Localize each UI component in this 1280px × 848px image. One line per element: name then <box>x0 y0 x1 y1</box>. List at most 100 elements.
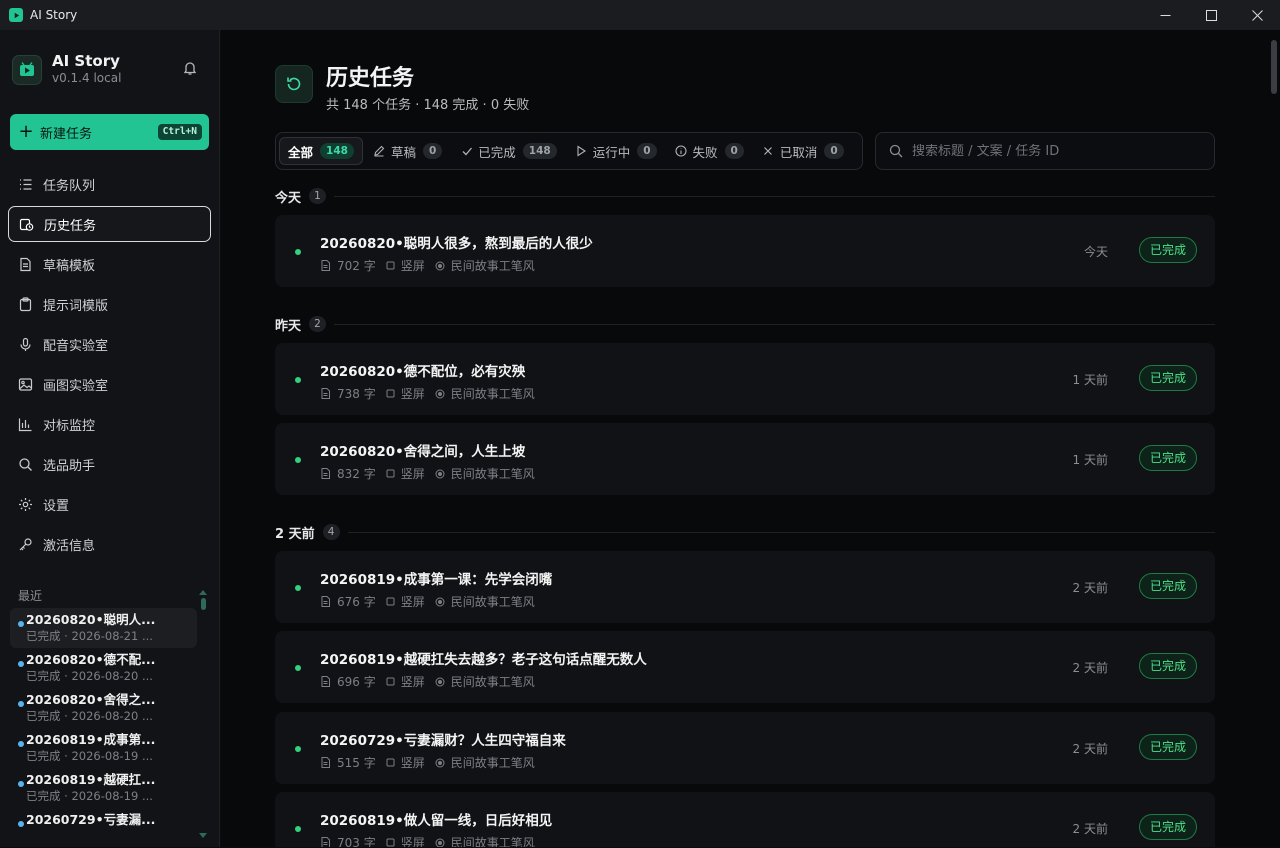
recent-item-title: 20260819•成事第... <box>26 732 156 747</box>
nav-item-benchmark-monitor[interactable]: 对标监控 <box>8 406 211 442</box>
filter-label: 失败 <box>692 144 718 160</box>
new-task-button[interactable]: + 新建任务 Ctrl+N <box>10 114 209 150</box>
filter-label: 草稿 <box>390 144 416 160</box>
bell-icon[interactable] <box>182 60 200 78</box>
status-filter-tabs: 全部 148 草稿 0 已完成 148 运行中 0 失败 0 已取消 0 <box>275 132 863 170</box>
main-scrollbar[interactable] <box>1268 30 1280 847</box>
brand-logo-icon <box>12 54 42 85</box>
minimize-button[interactable] <box>1142 0 1188 30</box>
status-badge: 已完成 <box>1138 653 1197 679</box>
task-meta: 703 字 竖屏 民间故事工笔风 <box>320 834 535 847</box>
recent-item[interactable]: 20260820•德不配... 已完成 · 2026-08-20 ... <box>10 648 197 688</box>
nav-item-settings[interactable]: 设置 <box>8 486 211 522</box>
recent-item[interactable]: 20260820•聪明人... 已完成 · 2026-08-21 ... <box>10 608 197 648</box>
filter-tab-all[interactable]: 全部 148 <box>279 137 363 165</box>
recent-title: 最近 <box>18 589 43 603</box>
maximize-button[interactable] <box>1188 0 1234 30</box>
close-button[interactable] <box>1234 0 1280 30</box>
info-icon <box>675 145 688 158</box>
nav-label: 草稿模板 <box>43 258 96 274</box>
recent-scrollbar[interactable] <box>199 590 207 838</box>
style: 民间故事工笔风 <box>450 387 535 401</box>
style-icon <box>435 597 445 606</box>
scroll-thumb[interactable] <box>201 598 206 610</box>
group-count: 2 <box>309 316 327 332</box>
search-icon <box>889 144 903 158</box>
group-label: 昨天 <box>275 318 302 334</box>
recent-item-subtitle: 已完成 · 2026-08-19 ... <box>26 789 153 803</box>
recent-item-title: 20260729•亏妻漏... <box>26 812 156 827</box>
document-icon <box>20 257 31 271</box>
task-title: 20260819•成事第一课：先学会闭嘴 <box>320 572 553 588</box>
portrait-icon <box>386 758 395 767</box>
status-dot <box>295 746 301 752</box>
task-card[interactable]: 20260820•聪明人很多，熬到最后的人很少 702 字 竖屏 民间故事工笔风… <box>275 215 1215 287</box>
group-header-2-days-ago: 2 天前 4 <box>275 523 1215 542</box>
brand-version: v0.1.4 local <box>52 71 122 85</box>
search-input[interactable] <box>912 143 1192 159</box>
style: 民间故事工笔风 <box>450 259 535 273</box>
status-badge: 已完成 <box>1138 573 1197 599</box>
filter-count: 0 <box>637 143 657 159</box>
nav-item-product-assistant[interactable]: 选品助手 <box>8 446 211 482</box>
filter-tab-running[interactable]: 运行中 0 <box>567 137 665 165</box>
task-meta: 676 字 竖屏 民间故事工笔风 <box>320 593 535 610</box>
nav-item-activation[interactable]: 激活信息 <box>8 526 211 562</box>
nav-item-draft-templates[interactable]: 草稿模板 <box>8 246 211 282</box>
task-title: 20260819•越硬扛失去越多？老子这句话点醒无数人 <box>320 652 647 668</box>
recent-item[interactable]: 20260729•亏妻漏... <box>10 808 197 848</box>
task-card[interactable]: 20260820•德不配位，必有灾殃 738 字 竖屏 民间故事工笔风 1 天前… <box>275 343 1215 415</box>
history-icon <box>19 218 34 231</box>
nav-item-prompt-templates[interactable]: 提示词模版 <box>8 286 211 322</box>
style-icon <box>435 469 445 478</box>
task-card[interactable]: 20260819•成事第一课：先学会闭嘴 676 字 竖屏 民间故事工笔风 2 … <box>275 551 1215 623</box>
nav-item-history[interactable]: 历史任务 <box>8 206 211 242</box>
task-card[interactable]: 20260820•舍得之间，人生上坡 832 字 竖屏 民间故事工笔风 1 天前… <box>275 423 1215 495</box>
portrait-icon <box>386 677 395 686</box>
document-icon <box>321 388 330 399</box>
scroll-up-arrow[interactable] <box>199 590 207 595</box>
style-icon <box>435 838 445 847</box>
task-title: 20260819•做人留一线，日后好相见 <box>320 813 553 829</box>
page-subtitle: 共 148 个任务 · 148 完成 · 0 失败 <box>326 98 530 113</box>
nav-item-image-lab[interactable]: 画图实验室 <box>8 366 211 402</box>
scroll-thumb[interactable] <box>1271 40 1277 94</box>
status-dot <box>18 661 24 667</box>
brand-name: AI Story <box>52 52 120 70</box>
filter-tab-failed[interactable]: 失败 0 <box>667 137 752 165</box>
filter-tab-cancelled[interactable]: 已取消 0 <box>754 137 852 165</box>
group-label: 今天 <box>275 190 302 206</box>
task-meta: 832 字 竖屏 民间故事工笔风 <box>320 465 535 482</box>
nav-item-voice-lab[interactable]: 配音实验室 <box>8 326 211 362</box>
recent-item[interactable]: 20260820•舍得之... 已完成 · 2026-08-20 ... <box>10 688 197 728</box>
task-card[interactable]: 20260819•越硬扛失去越多？老子这句话点醒无数人 696 字 竖屏 民间故… <box>275 631 1215 703</box>
list-icon <box>20 178 32 190</box>
recent-item[interactable]: 20260819•成事第... 已完成 · 2026-08-19 ... <box>10 728 197 768</box>
history-refresh-icon <box>275 65 313 103</box>
task-card[interactable]: 20260729•亏妻漏财？人生四守福自来 515 字 竖屏 民间故事工笔风 2… <box>275 712 1215 784</box>
filter-label: 已完成 <box>478 144 516 160</box>
portrait-icon <box>386 597 395 606</box>
style-icon <box>435 261 445 270</box>
document-icon <box>321 596 330 607</box>
nav-label: 配音实验室 <box>43 338 109 354</box>
filter-tab-completed[interactable]: 已完成 148 <box>452 137 564 165</box>
word-count: 515 字 <box>337 756 376 770</box>
document-icon <box>321 676 330 687</box>
scroll-down-arrow[interactable] <box>199 833 207 838</box>
divider <box>334 323 1215 325</box>
task-time: 2 天前 <box>1072 661 1108 675</box>
group-header-yesterday: 昨天 2 <box>275 315 1215 334</box>
task-card[interactable]: 20260819•做人留一线，日后好相见 703 字 竖屏 民间故事工笔风 2 … <box>275 792 1215 847</box>
style: 民间故事工笔风 <box>450 595 535 609</box>
style: 民间故事工笔风 <box>450 836 535 847</box>
filter-tab-draft[interactable]: 草稿 0 <box>365 137 450 165</box>
task-time: 1 天前 <box>1072 453 1108 467</box>
document-icon <box>321 260 330 271</box>
recent-item-title: 20260820•德不配... <box>26 652 156 667</box>
nav-item-task-queue[interactable]: 任务队列 <box>8 166 211 202</box>
document-icon <box>321 757 330 768</box>
recent-item-subtitle: 已完成 · 2026-08-19 ... <box>26 749 153 763</box>
recent-item[interactable]: 20260819•越硬扛... 已完成 · 2026-08-19 ... <box>10 768 197 808</box>
task-meta: 738 字 竖屏 民间故事工笔风 <box>320 385 535 402</box>
